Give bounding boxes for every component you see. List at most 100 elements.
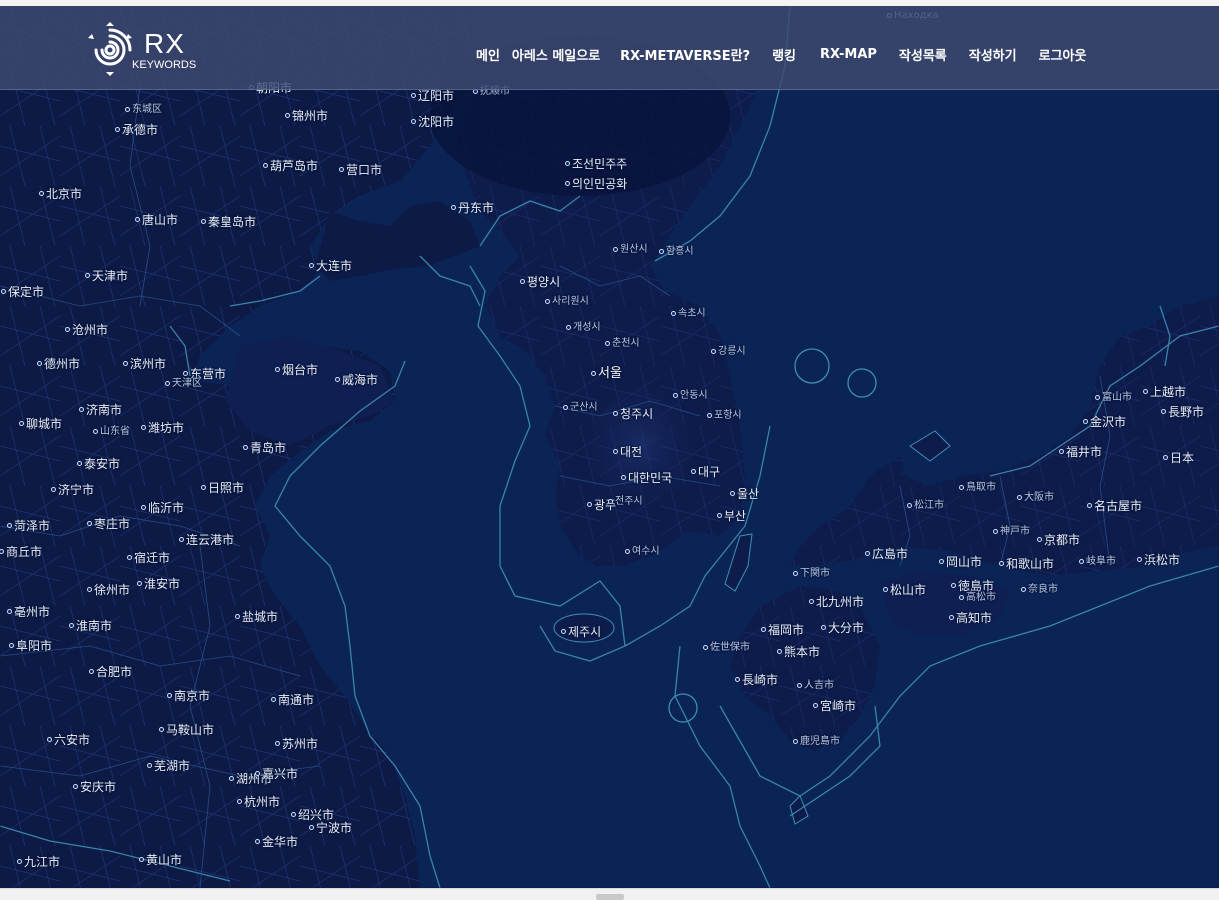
map-label-ningbo: 宁波市 xyxy=(316,821,353,835)
map-label-niigata: 上越市 xyxy=(1150,385,1187,399)
nav-logout[interactable]: 로그아웃 xyxy=(1039,45,1087,64)
map-label-binzhou: 滨州市 xyxy=(130,357,167,371)
map-label-shenyang: 沈阳市 xyxy=(418,115,455,129)
city-marker-jinhua xyxy=(255,839,260,844)
city-marker-huludao xyxy=(263,163,268,168)
city-marker-busan xyxy=(717,513,722,518)
city-marker-kanazawa xyxy=(1083,419,1088,424)
city-marker-rok xyxy=(621,475,626,480)
city-marker-tokushima xyxy=(951,583,956,588)
logo-text: RX xyxy=(144,28,185,59)
map-label-yingkou: 营口市 xyxy=(346,163,383,177)
map-label-zhuhai: 天津区 xyxy=(172,378,202,389)
city-marker-kobe xyxy=(993,529,998,534)
map-label-fuyang: 阜阳市 xyxy=(16,639,53,653)
main-nav: 메인 아레스 메일으로 RX-METAVERSE란? 랭킹 RX-MAP 작성목… xyxy=(476,44,1086,64)
nav-main[interactable]: 메인 xyxy=(476,45,500,64)
city-marker-huangshan xyxy=(139,857,144,862)
shandong-peninsula xyxy=(225,336,395,446)
map-label-wonsan: 원산시 xyxy=(620,244,648,255)
map-label-nagano: 長野市 xyxy=(1168,405,1205,419)
city-marker-gunsan xyxy=(563,405,568,410)
map-label-matsue: 松江市 xyxy=(914,500,944,511)
nav-rx-metaverse[interactable]: RX-METAVERSE란? xyxy=(620,45,750,64)
map-label-sokcho: 속초시 xyxy=(678,308,706,319)
map-label-pohang: 포항시 xyxy=(714,410,742,421)
city-marker-wuhu xyxy=(147,763,152,768)
map-label-hefei: 合肥市 xyxy=(96,665,133,679)
map-canvas[interactable]: 조선민주주 의인민공화 평양시 서울 청주시 대전 대한민국 대구 울산 부산 광주 여수시 제주시 개성… xyxy=(0,6,1219,888)
map-label-dalian: 大连市 xyxy=(316,259,353,273)
city-marker-kitakyushu xyxy=(809,599,814,604)
city-marker-qinhuangdao xyxy=(201,219,206,224)
logo-subtext: KEYWORDS xyxy=(132,59,197,71)
map-label-rok: 대한민국 xyxy=(628,471,673,485)
city-marker-chengde xyxy=(115,127,120,132)
city-marker-niigata xyxy=(1143,389,1148,394)
map-label-nara: 奈良市 xyxy=(1028,584,1058,595)
nav-ranking[interactable]: 랭킹 xyxy=(772,45,796,64)
city-marker-shimonoseki xyxy=(793,571,798,576)
map-label-gunsan: 군산시 xyxy=(570,402,598,413)
map-label-nagoya: 名古屋市 xyxy=(1094,499,1143,513)
map-label-daejeon: 대전 xyxy=(620,445,643,459)
nav-rx-map[interactable]: RX-MAP xyxy=(820,47,877,62)
city-marker-beijing xyxy=(39,191,44,196)
map-label-shaoxing: 绍兴市 xyxy=(298,808,335,822)
city-marker-shaoxing xyxy=(291,812,296,817)
city-marker-jiujiang xyxy=(17,859,22,864)
map-label-weifang: 潍坊市 xyxy=(148,421,185,435)
city-marker-matsue xyxy=(907,503,912,508)
map-label-jiaxing: 嘉兴市 xyxy=(262,767,299,781)
map-label-osaka: 大阪市 xyxy=(1024,492,1054,503)
city-marker-nanjing xyxy=(167,693,172,698)
city-marker-weifang xyxy=(141,425,146,430)
city-marker-dezhou xyxy=(37,361,42,366)
city-marker-seoul xyxy=(591,371,596,376)
map-label-suqian: 宿迁市 xyxy=(134,551,171,565)
city-marker-kyoto xyxy=(1037,537,1042,542)
top-navigation-bar: RX KEYWORDS 메인 아레스 메일으로 RX-METAVERSE란? 랭… xyxy=(0,6,1219,90)
map-label-nihon: 日本 xyxy=(1170,451,1195,465)
city-marker-jinan xyxy=(79,407,84,412)
city-marker-sasebo xyxy=(703,645,708,650)
city-marker-dongying xyxy=(183,371,188,376)
city-marker-wakayama xyxy=(999,561,1004,566)
city-marker-xuzhou xyxy=(87,587,92,592)
map-label-gifu: 岐阜市 xyxy=(1086,556,1116,567)
map-label-tianjin: 天津市 xyxy=(92,269,129,283)
map-label-weihai: 威海市 xyxy=(342,373,379,387)
map-label-gangneung: 강릉시 xyxy=(718,346,746,357)
map-label-miyazaki: 宮崎市 xyxy=(820,699,857,713)
nav-write[interactable]: 작성하기 xyxy=(969,45,1017,64)
map-label-jinan: 济南市 xyxy=(86,403,123,417)
city-marker-sokcho xyxy=(671,311,676,316)
map-label-suzhou: 苏州市 xyxy=(282,737,319,751)
map-label-tokushima: 徳島市 xyxy=(958,579,995,593)
city-marker-fuyang xyxy=(9,643,14,648)
map-label-huainan: 淮南市 xyxy=(76,619,113,633)
city-marker-huainan xyxy=(69,623,74,628)
map-label-lianyungang: 连云港市 xyxy=(186,533,235,547)
map-label-dandong: 丹东市 xyxy=(458,201,495,215)
nav-my-posts[interactable]: 작성목록 xyxy=(899,45,947,64)
map-label-jiujiang: 九江市 xyxy=(24,855,61,869)
city-marker-pohang xyxy=(707,413,712,418)
city-marker-hefei xyxy=(89,669,94,674)
city-marker-nara xyxy=(1021,587,1026,592)
map-label-andong: 안동시 xyxy=(680,390,708,401)
map-label-shimonoseki: 下関市 xyxy=(800,568,830,579)
city-marker-dongcheng xyxy=(125,107,130,112)
city-marker-qingdao xyxy=(243,445,248,450)
nav-ares-mail[interactable]: 아레스 메일으로 xyxy=(512,45,600,64)
city-marker-tianjin xyxy=(85,273,90,278)
city-marker-jining xyxy=(51,487,56,492)
city-marker-jinzhou xyxy=(285,113,290,118)
city-marker-zhuhai xyxy=(165,381,170,386)
map-label-pyongyang: 평양시 xyxy=(527,275,561,289)
city-marker-suqian xyxy=(127,555,132,560)
map-label-jining: 济宁市 xyxy=(58,483,95,497)
map-label-hamhung: 함흥시 xyxy=(666,246,694,257)
rx-keywords-logo[interactable]: RX KEYWORDS xyxy=(86,22,216,80)
scrollbar-thumb[interactable] xyxy=(596,894,624,900)
